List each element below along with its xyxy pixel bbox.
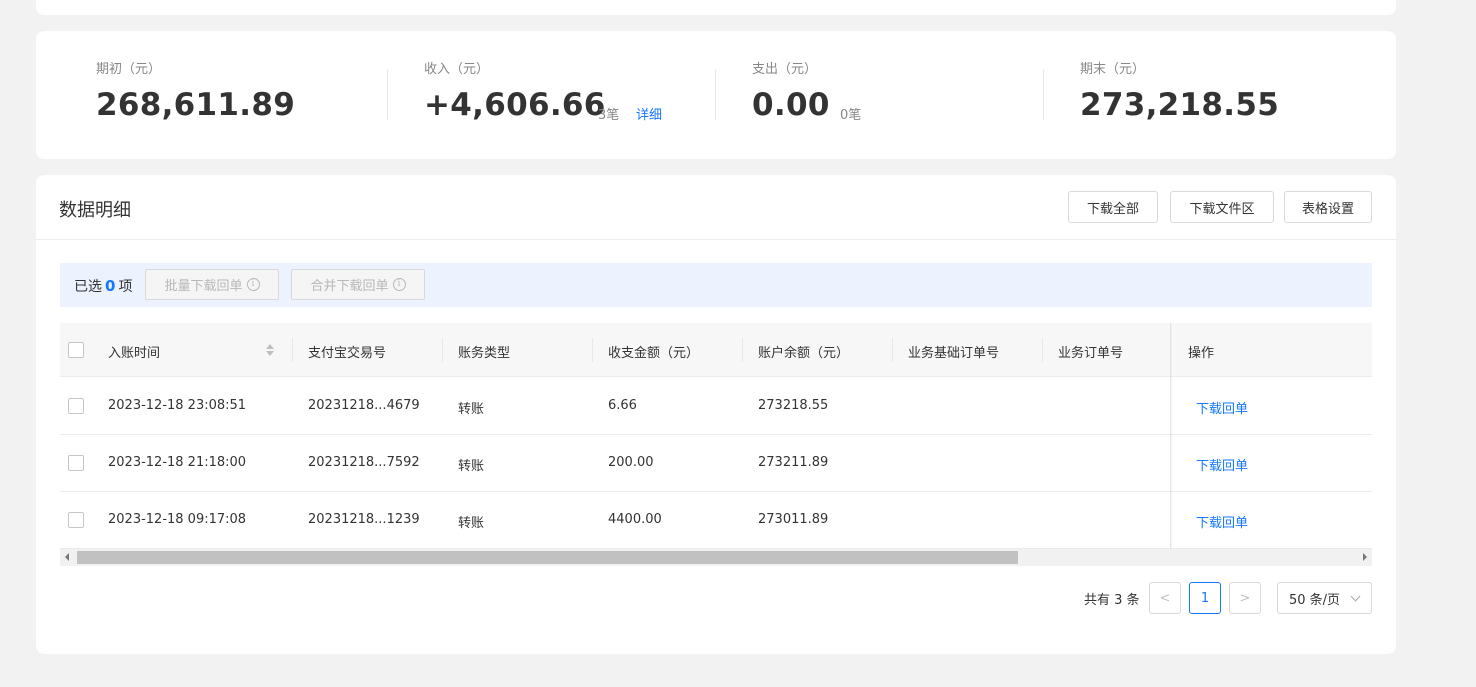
cell-amount: 200.00 — [608, 455, 654, 470]
merge-download-button[interactable]: 合并下载回单 i — [291, 269, 425, 300]
download-files-button[interactable]: 下载文件区 — [1170, 191, 1274, 223]
cell-type: 转账 — [458, 402, 485, 417]
next-page-button[interactable]: > — [1229, 582, 1261, 614]
info-icon: i — [392, 278, 406, 291]
selection-summary: 已选 0 项 — [74, 276, 132, 296]
column-divider — [292, 338, 293, 362]
stat-income-count: 3笔 — [598, 108, 620, 123]
cell-trade-no: 20231218...4679 — [308, 398, 420, 413]
column-divider — [442, 338, 443, 362]
scroll-right-arrow-icon[interactable] — [1363, 553, 1367, 561]
column-header: 操作 — [1188, 346, 1215, 361]
column-divider — [592, 338, 593, 362]
cell-balance: 273218.55 — [758, 398, 829, 413]
selection-suffix: 项 — [118, 279, 133, 295]
column-divider — [892, 338, 893, 362]
selection-count: 0 — [105, 277, 116, 295]
pagination-total: 共有 3 条 — [1084, 593, 1140, 608]
stat-closing-value: 273,218.55 — [1080, 87, 1280, 123]
cell-amount: 4400.00 — [608, 512, 662, 527]
batch-download-button[interactable]: 批量下载回单 i — [145, 269, 279, 300]
sort-icon[interactable] — [266, 343, 274, 357]
column-header: 收支金额（元） — [608, 346, 700, 361]
batch-download-label: 批量下载回单 — [164, 279, 243, 294]
chevron-down-icon — [1350, 591, 1361, 602]
stat-divider — [387, 70, 388, 120]
fixed-column-shadow — [1170, 323, 1172, 549]
cell-time: 2023-12-18 23:08:51 — [108, 398, 247, 413]
divider — [36, 239, 1396, 240]
column-header: 支付宝交易号 — [308, 346, 387, 361]
column-header: 账户余额（元） — [758, 346, 850, 361]
row-checkbox[interactable] — [68, 455, 84, 471]
download-receipt-link[interactable]: 下载回单 — [1196, 455, 1248, 474]
stat-expense-label: 支出（元） — [752, 62, 818, 77]
info-icon: i — [246, 278, 260, 291]
cell-balance: 273211.89 — [758, 455, 829, 470]
scrollbar-track[interactable] — [60, 549, 1372, 566]
summary-card: 期初（元） 268,611.89 收入（元） +4,606.66 3笔 详细 支… — [36, 31, 1396, 159]
stat-expense-count: 0笔 — [840, 108, 862, 123]
stat-divider — [715, 70, 716, 120]
download-all-button[interactable]: 下载全部 — [1068, 191, 1158, 223]
selection-bar: 已选 0 项 批量下载回单 i 合并下载回单 i — [60, 263, 1372, 307]
previous-card-remnant — [36, 0, 1396, 15]
table-settings-button[interactable]: 表格设置 — [1284, 191, 1372, 223]
stat-opening-value: 268,611.89 — [96, 87, 296, 123]
table-header: 入账时间 支付宝交易号 账务类型 收支金额（元） 账户余额（元） 业务基础订单号… — [60, 323, 1372, 377]
page-size-label: 50 条/页 — [1289, 592, 1341, 608]
row-checkbox[interactable] — [68, 398, 84, 414]
cell-balance: 273011.89 — [758, 512, 829, 527]
page-size-select[interactable]: 50 条/页 — [1277, 582, 1372, 614]
download-receipt-link[interactable]: 下载回单 — [1196, 512, 1248, 531]
cell-type: 转账 — [458, 459, 485, 474]
column-header[interactable]: 入账时间 — [108, 342, 160, 361]
cell-time: 2023-12-18 21:18:00 — [108, 455, 247, 470]
cell-trade-no: 20231218...7592 — [308, 455, 420, 470]
column-divider — [1042, 338, 1043, 362]
stat-income-value: +4,606.66 — [424, 87, 606, 123]
prev-page-button[interactable]: < — [1149, 582, 1181, 614]
column-header: 账务类型 — [458, 346, 511, 361]
column-header: 业务基础订单号 — [908, 346, 1000, 361]
income-detail-link[interactable]: 详细 — [636, 104, 662, 123]
table-row: 2023-12-18 23:08:51 20231218...4679 转账 6… — [60, 378, 1372, 435]
data-detail-card: 数据明细 下载全部 下载文件区 表格设置 已选 0 项 批量下载回单 i 合并下载回单… — [36, 175, 1396, 654]
cell-amount: 6.66 — [608, 398, 637, 413]
selection-prefix: 已选 — [74, 279, 102, 295]
cell-time: 2023-12-18 09:17:08 — [108, 512, 247, 527]
column-divider — [742, 338, 743, 362]
stat-closing-label: 期末（元） — [1080, 62, 1146, 77]
table-row: 2023-12-18 21:18:00 20231218...7592 转账 2… — [60, 435, 1372, 492]
scroll-left-arrow-icon[interactable] — [65, 553, 69, 561]
download-receipt-link[interactable]: 下载回单 — [1196, 398, 1248, 417]
column-header: 业务订单号 — [1058, 346, 1124, 361]
horizontal-scrollbar[interactable] — [60, 549, 1372, 566]
select-all-checkbox[interactable] — [68, 342, 84, 358]
stat-income-label: 收入（元） — [424, 62, 490, 77]
scroll-thumb[interactable] — [77, 551, 1018, 564]
cell-trade-no: 20231218...1239 — [308, 512, 420, 527]
merge-download-label: 合并下载回单 — [310, 279, 389, 294]
chevron-right-icon: > — [1239, 590, 1251, 606]
stat-divider — [1043, 70, 1044, 120]
chevron-left-icon: < — [1159, 590, 1171, 606]
card-title: 数据明细 — [59, 200, 131, 221]
stat-expense-value: 0.00 — [752, 87, 830, 123]
data-table: 入账时间 支付宝交易号 账务类型 收支金额（元） 账户余额（元） 业务基础订单号… — [60, 323, 1372, 549]
row-checkbox[interactable] — [68, 512, 84, 528]
page-1-button[interactable]: 1 — [1189, 582, 1221, 614]
stat-opening-label: 期初（元） — [96, 62, 162, 77]
table-row: 2023-12-18 09:17:08 20231218...1239 转账 4… — [60, 492, 1372, 549]
cell-type: 转账 — [458, 516, 485, 531]
